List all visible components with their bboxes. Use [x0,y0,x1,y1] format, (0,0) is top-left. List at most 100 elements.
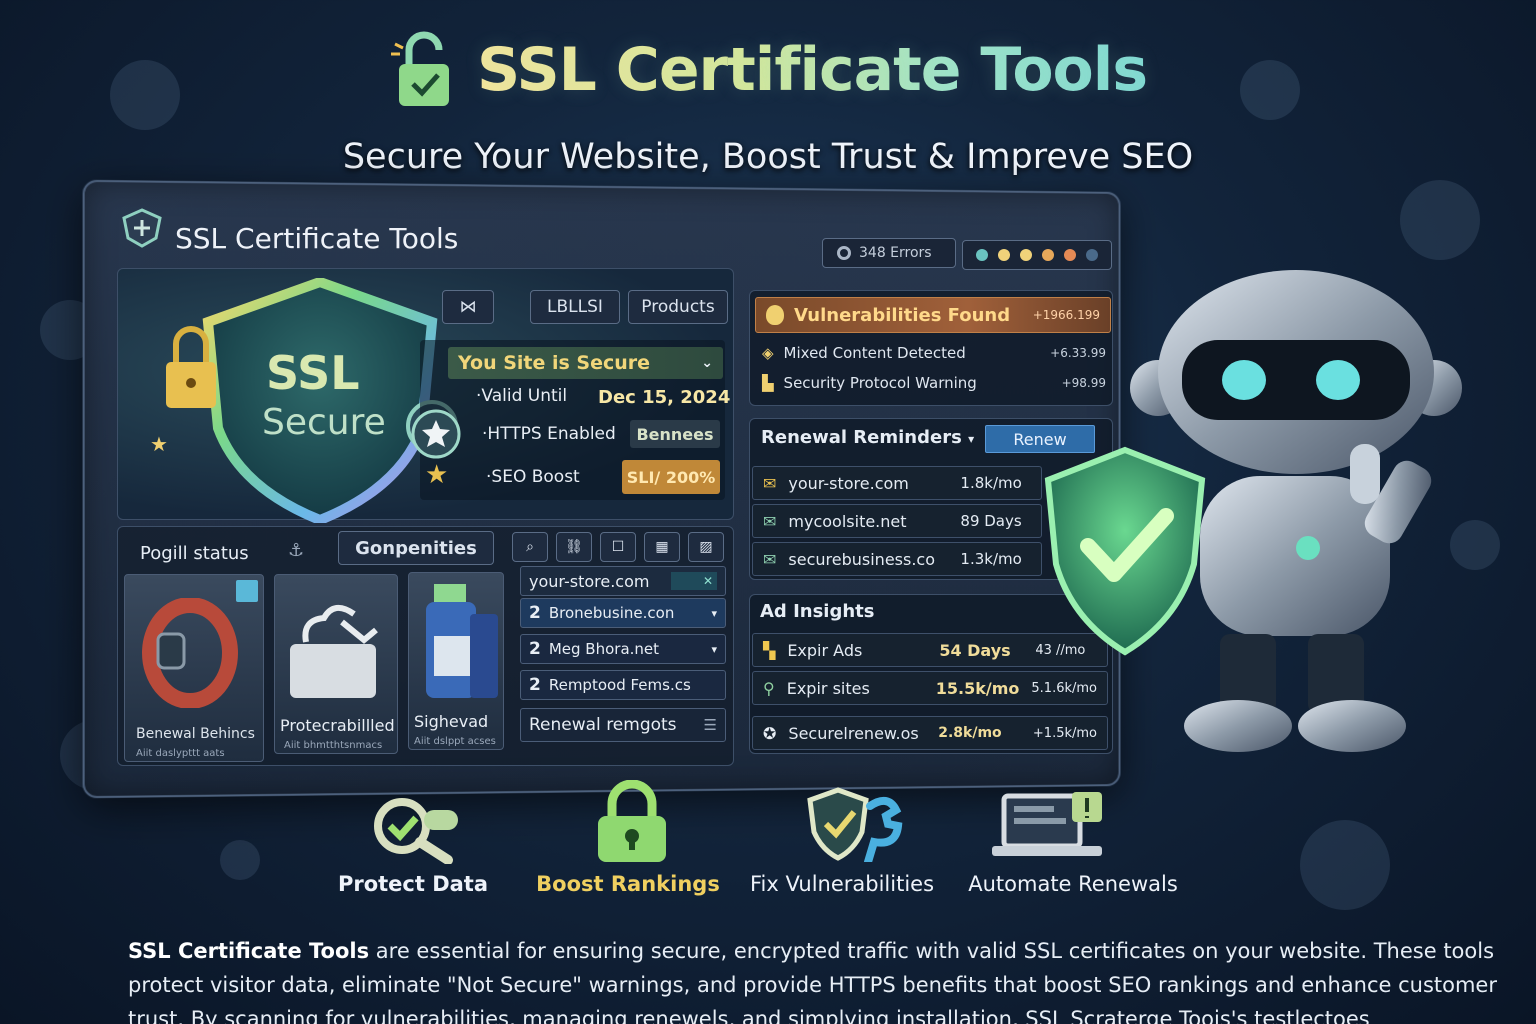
header: SSL Certificate Tools [0,30,1536,110]
ssl-secure-shield [160,278,460,523]
laptop-alert-icon [990,790,1114,860]
status-dot [1064,249,1076,261]
renewal-value: 1.3k/mo [960,550,1021,568]
star-icon: ★ [425,460,448,490]
status-card-sub: Aiit dslppt acses [414,736,496,747]
renewal-item[interactable]: ✉ securebusiness.co 1.3k/mo [752,542,1042,576]
errors-count: 348 Errors [859,245,932,261]
renewal-reminders-title[interactable]: Renewal Reminders ▾ [761,427,974,448]
ad-insights-title: Ad Insights [760,601,875,622]
vuln-item[interactable]: ◈ Mixed Content Detected +6.33.99 [762,342,1106,364]
vuln-item-label: Mixed Content Detected [784,344,966,362]
toolbar-icons: ⌕ ⛓ ☐ ▦ ▨ [512,532,724,562]
renewal-domain: securebusiness.co [788,550,948,569]
status-dot [976,249,988,261]
description-bold: SSL Certificate Tools [128,939,369,963]
renewal-reports-row[interactable]: Renewal remgots ☰ [520,708,726,742]
status-dot [1042,249,1054,261]
square-icon[interactable]: ☐ [600,532,636,562]
renewal-item[interactable]: ✉ your-store.com 1.8k/mo [752,466,1042,500]
chevron-down-icon: ▾ [711,643,717,656]
renewal-reports-label: Renewal remgots [529,715,677,735]
page-subtitle: Secure Your Website, Boost Trust & Impre… [0,137,1536,177]
status-card-sub: Aiit daslypttt aats [136,748,225,759]
tab-lbllsi[interactable]: LBLLSI [530,290,620,324]
compass-icon: ✪ [763,724,776,743]
building-icon: ▙ [762,374,774,392]
domain-prefix: 2 [529,675,541,695]
ad-insight-item[interactable]: ⚲ Expir sites 15.5k/mo 5.1.6k/mo [752,671,1108,705]
feature-fix-vulnerabilities: Fix Vulnerabilities [742,872,942,896]
shield-line1: SSL [266,346,360,400]
vuln-item-value: +98.99 [1062,376,1106,390]
ad-insight-value: 54 Days [939,641,1023,660]
ad-insight-label: Expir sites [787,679,924,698]
valid-until-value: Dec 15, 2024 [598,387,730,408]
status-card-title: Sighevad [414,712,488,731]
status-dots [962,240,1112,270]
chevron-down-icon: ▾ [968,432,974,446]
https-enabled-value: Bennees [630,420,720,448]
domain-row[interactable]: 2 Meg Bhora.net ▾ [520,634,726,664]
shield-line2: Secure [262,402,386,443]
sparkle-star-icon: ★ [150,432,168,456]
ad-insight-value: 2.8k/mo [938,725,1021,741]
search-icon[interactable]: ⌕ [512,532,548,562]
wristband-icon [140,598,240,708]
star-badge-icon [410,408,462,460]
domain-row[interactable]: 2 Bronebusine.con ▾ [520,598,726,628]
error-circle-icon [837,246,851,260]
window-title: SSL Certificate Tools [175,222,458,255]
unlocked-padlock-icon [389,30,459,110]
envelope-icon: ✉ [763,550,776,569]
renewal-value: 1.8k/mo [960,474,1021,492]
seo-boost-label: ·SEO Boost [486,467,580,487]
chevron-down-icon: ▾ [711,607,717,620]
vulnerabilities-header[interactable]: Vulnerabilities Found +1966.199 [755,297,1111,333]
renewal-domain: your-store.com [788,474,948,493]
renewal-domain: mycoolsite.net [788,512,948,531]
envelope-icon: ✉ [763,474,776,493]
seo-boost-value: SLI/ 200% [622,460,720,494]
ad-insight-value: +1.5k/mo [1033,726,1097,741]
anchor-icon: ⚓ [288,540,304,561]
domain-name: Bronebusine.con [549,604,704,622]
domain-row[interactable]: 2 Remptood Fems.cs [520,670,726,700]
tab-components[interactable]: Gonpenities [338,531,494,565]
vulnerabilities-value: +1966.199 [1033,308,1100,322]
bottle-icon [416,584,502,704]
status-dot [1020,249,1032,261]
renewal-value: 89 Days [960,512,1021,530]
secure-card-header[interactable]: You Site is Secure ⌄ [448,347,723,379]
vuln-item[interactable]: ▙ Security Protocol Warning +98.99 [762,372,1106,394]
plus-shield-icon [120,208,164,248]
feature-protect-data: Protect Data [320,872,506,896]
cube-icon: ◈ [762,344,774,362]
errors-badge[interactable]: 348 Errors [822,238,956,268]
grid-icon[interactable]: ▦ [644,532,680,562]
domain-name: Meg Bhora.net [549,640,704,658]
shield-wrench-icon [804,786,904,862]
tab-products[interactable]: Products [628,290,728,324]
ad-insight-item[interactable]: ✪ Securelrenew.os 2.8k/mo +1.5k/mo [752,716,1108,750]
envelope-icon: ✉ [763,512,776,531]
domain-prefix: 2 [529,603,541,623]
domain-name: Remptood Fems.cs [549,676,717,694]
feature-automate-renewals: Automate Renewals [960,872,1186,896]
chevron-down-icon: ⌄ [701,355,713,371]
domain-search-input[interactable]: your-store.com ✕ [520,566,726,596]
image-icon[interactable]: ▨ [688,532,724,562]
ad-insight-value: 5.1.6k/mo [1031,681,1097,696]
cloud-box-icon [286,592,386,702]
renewal-item[interactable]: ✉ mycoolsite.net 89 Days [752,504,1042,538]
checkmark-shield-icon [1040,444,1210,659]
warning-shield-icon [766,305,784,325]
ad-insight-label: Securelrenew.os [788,724,926,743]
close-icon[interactable]: ✕ [671,572,717,590]
vulnerabilities-title: Vulnerabilities Found [794,305,1010,326]
chart-icon: ▚ [763,641,775,660]
valid-until-label: ·Valid Until [476,386,567,406]
link-icon[interactable]: ⛓ [556,532,592,562]
page-title: SSL Certificate Tools [477,35,1147,105]
tab-icon[interactable]: ⋈ [442,290,494,324]
